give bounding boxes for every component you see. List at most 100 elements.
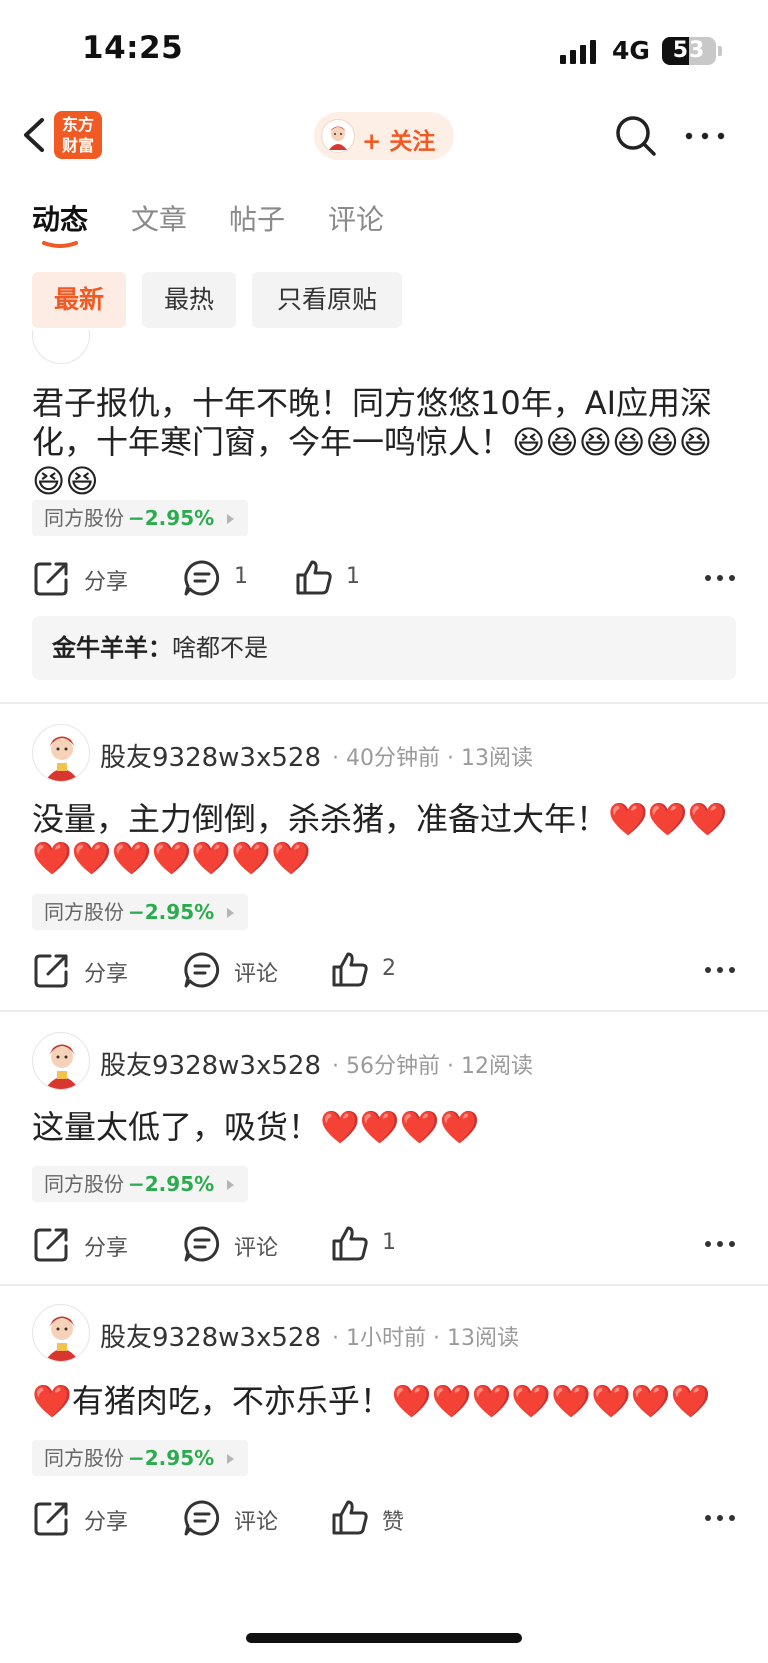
stock-name: 同方股份 [44,900,124,924]
nav-bar: 东方 财富 + 关注 [0,100,768,180]
share-button[interactable]: 分享 [32,1222,152,1266]
post-content[interactable]: 没量，主力倒倒，杀杀猪，准备过大年！❤️❤️❤️❤️❤️❤️❤️❤️❤️❤️ [32,800,732,878]
arrow-right-icon [227,1454,235,1464]
follow-button[interactable]: + 关注 [314,112,454,160]
post-actions: 分享 1 1 [32,556,736,600]
filter-latest[interactable]: 最新 [32,272,126,328]
post-meta: · 56分钟前 · 12阅读 [332,1054,533,1079]
stock-tag[interactable]: 同方股份 −2.95% [32,894,249,930]
share-icon [34,1228,68,1262]
arrow-right-icon [227,908,235,918]
thumbs-up-icon [332,952,368,987]
reply-preview[interactable]: 金牛羊羊：啥都不是 [32,616,736,680]
more-options-icon[interactable] [704,574,736,582]
share-button[interactable]: 分享 [32,556,152,600]
stock-change: −2.95% [128,1446,215,1470]
post-content[interactable]: 君子报仇，十年不晚！同方悠悠10年，AI应用深化，十年寒门窗，今年一鸣惊人！😆😆… [32,384,732,501]
post-feed: 君子报仇，十年不晚！同方悠悠10年，AI应用深化，十年寒门窗，今年一鸣惊人！😆😆… [0,330,768,1663]
tab-dynamic[interactable]: 动态 [32,198,88,238]
post-content[interactable]: 这量太低了，吸货！❤️❤️❤️❤️ [32,1108,732,1147]
avatar[interactable] [32,1032,90,1090]
post-actions: 分享 评论 赞 [32,1496,736,1540]
network-type: 4G [612,36,650,65]
post-header [32,330,736,366]
post-divider [0,1284,768,1286]
like-button[interactable]: 2 [330,948,420,992]
read-count: 13阅读 [446,1326,519,1351]
post-meta: · 1小时前 · 13阅读 [332,1326,519,1351]
comment-count: 1 [234,564,248,589]
stock-name: 同方股份 [44,1172,124,1196]
stock-tag[interactable]: 同方股份 −2.95% [32,500,249,536]
tab-posts[interactable]: 帖子 [229,198,285,238]
post-header: 股友9328w3x528 · 1小时前 · 13阅读 [32,1304,736,1364]
read-count: 12阅读 [460,1054,533,1079]
post-item: 股友9328w3x528 · 1小时前 · 13阅读 ❤️有猪肉吃，不亦乐乎！❤… [0,1288,768,1568]
more-options-icon[interactable] [704,1514,736,1522]
post-item: 君子报仇，十年不晚！同方悠悠10年，AI应用深化，十年寒门窗，今年一鸣惊人！😆😆… [0,330,768,744]
share-label: 分享 [84,1510,129,1535]
filter-original-only[interactable]: 只看原贴 [252,272,402,328]
tab-articles[interactable]: 文章 [131,198,187,238]
read-count: 13阅读 [460,746,533,771]
author-name[interactable]: 股友9328w3x528 [100,1045,321,1082]
like-count: 1 [382,1230,396,1255]
like-button[interactable]: 1 [330,1222,420,1266]
status-bar: 14:25 4G 53 [0,0,768,100]
stock-change: −2.95% [128,900,215,924]
avatar-icon [321,119,355,153]
post-item: 股友9328w3x528 · 56分钟前 · 12阅读 这量太低了，吸货！❤️❤… [0,1014,768,1286]
tab-active-indicator [42,241,78,248]
more-options-icon[interactable] [704,966,736,974]
signal-icon [560,40,598,64]
comment-button[interactable]: 评论 [182,948,302,992]
tab-comments[interactable]: 评论 [328,198,384,238]
filter-hot[interactable]: 最热 [142,272,236,328]
like-button[interactable]: 赞 [330,1496,420,1540]
comment-label: 评论 [234,1510,279,1535]
post-meta: · 40分钟前 · 13阅读 [332,746,533,771]
share-icon [34,1502,68,1536]
arrow-right-icon [227,514,235,524]
comment-button[interactable]: 1 [182,556,272,600]
author-name[interactable]: 股友9328w3x528 [100,737,321,774]
more-icon[interactable] [682,124,728,148]
arrow-right-icon [227,1180,235,1190]
comment-icon [184,952,220,988]
share-button[interactable]: 分享 [32,948,152,992]
reply-author: 金牛羊羊： [52,634,172,662]
comment-button[interactable]: 评论 [182,1222,302,1266]
avatar[interactable] [32,1304,90,1362]
share-button[interactable]: 分享 [32,1496,152,1540]
author-name[interactable]: 股友9328w3x528 [100,1317,321,1354]
comment-button[interactable]: 评论 [182,1496,302,1540]
battery-level: 53 [672,38,706,63]
avatar[interactable] [32,724,90,782]
stock-name: 同方股份 [44,506,124,530]
like-button[interactable]: 1 [294,556,384,600]
comment-icon [184,560,220,596]
app-logo: 东方 财富 [54,111,102,159]
battery-icon: 53 [662,37,716,65]
back-icon[interactable] [18,112,52,158]
stock-change: −2.95% [128,506,215,530]
comment-label: 评论 [234,962,279,987]
thumbs-up-icon [296,560,332,595]
post-actions: 分享 评论 1 [32,1222,736,1266]
comment-icon [184,1500,220,1536]
stock-tag[interactable]: 同方股份 −2.95% [32,1166,249,1202]
stock-tag[interactable]: 同方股份 −2.95% [32,1440,249,1476]
post-header: 股友9328w3x528 · 56分钟前 · 12阅读 [32,1032,736,1092]
avatar[interactable] [32,330,90,364]
search-icon[interactable] [612,112,660,160]
status-time: 14:25 [82,30,184,66]
share-label: 分享 [84,962,129,987]
post-time: 1小时前 [346,1326,426,1351]
stock-name: 同方股份 [44,1446,124,1470]
post-content[interactable]: ❤️有猪肉吃，不亦乐乎！❤️❤️❤️❤️❤️❤️❤️❤️ [32,1382,732,1421]
thumbs-up-icon [332,1226,368,1261]
like-label: 赞 [382,1510,405,1535]
share-label: 分享 [84,570,129,595]
comment-icon [184,1226,220,1262]
more-options-icon[interactable] [704,1240,736,1248]
